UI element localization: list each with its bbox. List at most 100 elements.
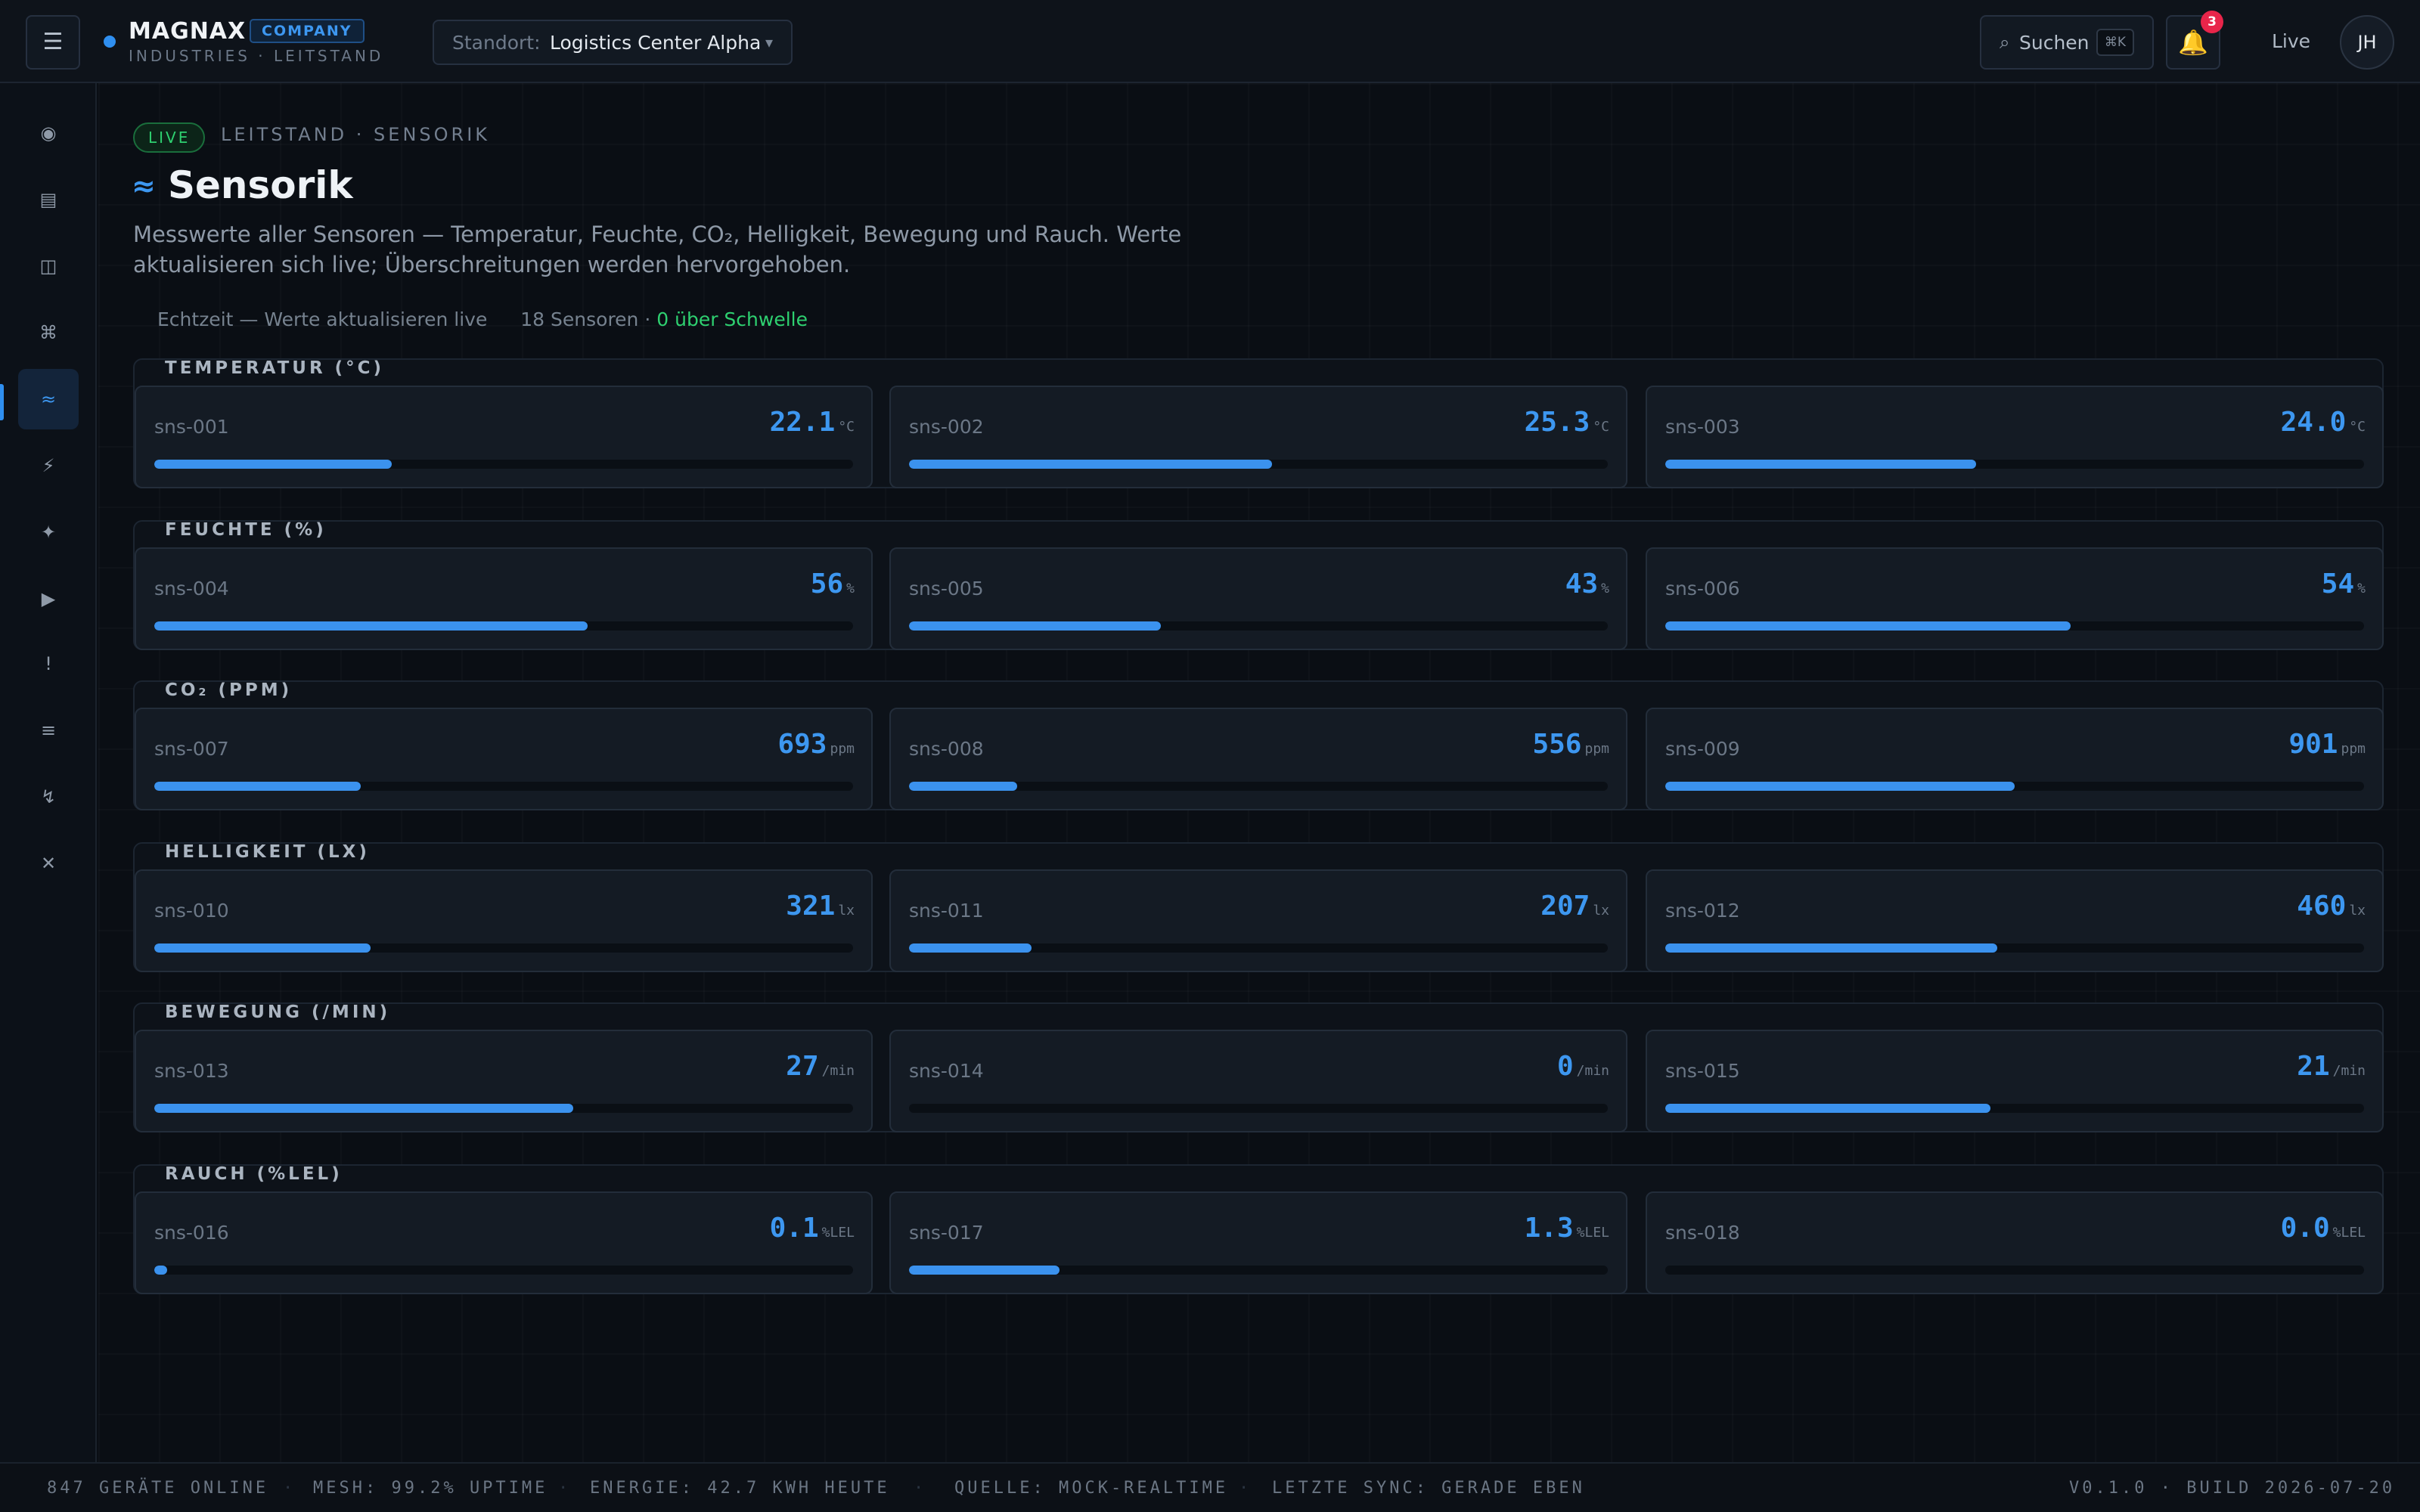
- sensor-level-fill: [909, 1266, 1060, 1275]
- sidebar-item-reports[interactable]: ▤: [18, 169, 79, 230]
- sensor-value: 207: [1540, 891, 1590, 922]
- sensor-value: 901: [2288, 729, 2338, 760]
- sidebar-item-list[interactable]: ≡: [18, 700, 79, 761]
- footer-mesh: MESH: 99.2% UPTIME: [313, 1479, 548, 1498]
- sensor-id: sns-016: [154, 1222, 229, 1244]
- sensor-unit: ppm: [830, 741, 855, 757]
- sidebar-item-close[interactable]: ✕: [18, 833, 79, 894]
- automation-icon: ✦: [40, 522, 57, 543]
- sensor-card[interactable]: sns-012 460 lx: [1646, 869, 2384, 972]
- sensor-id: sns-003: [1665, 416, 1740, 438]
- status-line: Echtzeit — Werte aktualisieren live 18 S…: [157, 308, 808, 330]
- sensor-level-fill: [1665, 782, 2015, 791]
- sensor-level-bar: [1665, 1266, 2364, 1275]
- sensor-card[interactable]: sns-004 56%: [135, 547, 873, 650]
- network-icon: ⌘: [39, 322, 57, 343]
- sensor-card[interactable]: sns-015 21/min: [1646, 1030, 2384, 1132]
- sensor-reading: 693 ppm: [777, 729, 855, 760]
- sensor-value: 0: [1556, 1051, 1574, 1082]
- sensor-level-fill: [154, 460, 392, 469]
- sensor-unit: °C: [1593, 419, 1609, 435]
- sensor-id: sns-012: [1665, 900, 1740, 922]
- sensor-id: sns-010: [154, 900, 229, 922]
- sensor-id: sns-007: [154, 738, 229, 760]
- threshold-status: 0 über Schwelle: [656, 308, 808, 330]
- sensor-level-fill: [1665, 621, 2071, 631]
- avatar[interactable]: JH: [2340, 15, 2394, 70]
- sensor-reading: 460 lx: [2297, 891, 2366, 922]
- sensor-value: 21: [2297, 1051, 2330, 1082]
- sensor-id: sns-006: [1665, 578, 1740, 600]
- page-title: Sensorik: [168, 163, 353, 207]
- sensor-level-fill: [1665, 943, 1997, 953]
- sensor-card[interactable]: sns-013 27/min: [135, 1030, 873, 1132]
- sensor-card[interactable]: sns-001 22.1 °C: [135, 386, 873, 488]
- sensor-reading: 0.1 %LEL: [770, 1213, 855, 1244]
- sensor-card[interactable]: sns-005 43%: [889, 547, 1627, 650]
- sensor-card[interactable]: sns-007 693 ppm: [135, 708, 873, 810]
- sensor-card[interactable]: sns-017 1.3 %LEL: [889, 1191, 1627, 1294]
- sensor-card[interactable]: sns-018 0.0 %LEL: [1646, 1191, 2384, 1294]
- sensor-level-bar: [1665, 621, 2364, 631]
- sensor-card[interactable]: sns-002 25.3 °C: [889, 386, 1627, 488]
- sidebar-item-power[interactable]: ↯: [18, 767, 79, 827]
- reports-icon: ▤: [39, 189, 57, 210]
- sensor-card[interactable]: sns-006 54%: [1646, 547, 2384, 650]
- sensor-group: RAUCH (%LEL) sns-016 0.1 %LEL sns-017 1.3 %LEL…: [133, 1164, 2384, 1294]
- sensor-group-title: HELLIGKEIT (LX): [165, 842, 370, 862]
- sensor-reading: 22.1 °C: [770, 407, 855, 438]
- sidebar-item-sensors[interactable]: ≈: [18, 369, 79, 429]
- sensor-group: FEUCHTE (%) sns-004 56% sns-005 43% sns-006 54…: [133, 520, 2384, 650]
- sensor-id: sns-005: [909, 578, 984, 600]
- menu-icon[interactable]: ☰: [26, 15, 80, 70]
- footer-separator: ·: [1239, 1479, 1252, 1498]
- live-link[interactable]: Live: [2272, 30, 2310, 52]
- sensor-card[interactable]: sns-011 207 lx: [889, 869, 1627, 972]
- sensor-id: sns-004: [154, 578, 229, 600]
- footer-sync: LETZTE SYNC: GERADE EBEN: [1272, 1479, 1585, 1498]
- sensor-level-bar: [909, 1266, 1608, 1275]
- wave-icon: ≈: [132, 169, 156, 203]
- chevron-down-icon: ▾: [765, 33, 773, 51]
- sensor-card[interactable]: sns-008 556 ppm: [889, 708, 1627, 810]
- sidebar-item-network[interactable]: ⌘: [18, 302, 79, 363]
- sensor-reading: 1.3 %LEL: [1525, 1213, 1609, 1244]
- sensor-card[interactable]: sns-016 0.1 %LEL: [135, 1191, 873, 1294]
- brand-badge: COMPANY: [250, 19, 365, 43]
- sensor-level-bar: [154, 1104, 853, 1113]
- sensor-level-fill: [909, 782, 1018, 791]
- sensor-card[interactable]: sns-009 901 ppm: [1646, 708, 2384, 810]
- sidebar-item-energy[interactable]: ⚡: [18, 435, 79, 496]
- sensor-id: sns-001: [154, 416, 229, 438]
- page-description: Messwerte aller Sensoren — Temperatur, F…: [133, 222, 1182, 277]
- sensor-unit: %LEL: [2332, 1225, 2366, 1241]
- site-select[interactable]: Standort: Logistics Center Alpha ▾: [433, 20, 793, 65]
- sensor-reading: 27/min: [786, 1051, 855, 1082]
- sensor-value: 0.0: [2280, 1213, 2330, 1244]
- sensor-level-fill: [154, 782, 361, 791]
- sidebar-item-alerts[interactable]: !: [18, 634, 79, 694]
- sensor-value: 693: [777, 729, 827, 760]
- realtime-status: Echtzeit — Werte aktualisieren live: [157, 308, 488, 330]
- close-icon: ✕: [40, 853, 57, 874]
- sidebar-item-playback[interactable]: ▶: [18, 569, 79, 629]
- sensor-level-bar: [909, 943, 1608, 953]
- brand-status-dot: [104, 36, 116, 48]
- sensor-card[interactable]: sns-014 0/min: [889, 1030, 1627, 1132]
- sidebar-item-layout[interactable]: ◫: [18, 236, 79, 296]
- sensor-card[interactable]: sns-010 321 lx: [135, 869, 873, 972]
- sensor-id: sns-002: [909, 416, 984, 438]
- sensor-reading: 43%: [1565, 569, 1609, 600]
- sensor-unit: ppm: [1584, 741, 1609, 757]
- sensor-level-bar: [154, 782, 853, 791]
- sensor-level-bar: [154, 621, 853, 631]
- sensor-count: 18 Sensoren ·: [520, 308, 651, 330]
- sensor-card[interactable]: sns-003 24.0 °C: [1646, 386, 2384, 488]
- sensor-group: CO₂ (PPM) sns-007 693 ppm sns-008 556 ppm sns-0…: [133, 680, 2384, 810]
- power-icon: ↯: [40, 786, 57, 807]
- sidebar-item-automation[interactable]: ✦: [18, 502, 79, 562]
- search-button[interactable]: ⌕ Suchen ⌘K: [1980, 15, 2154, 70]
- sidebar-item-dashboard[interactable]: ◉: [18, 103, 79, 163]
- sensor-reading: 556 ppm: [1532, 729, 1609, 760]
- sensor-id: sns-008: [909, 738, 984, 760]
